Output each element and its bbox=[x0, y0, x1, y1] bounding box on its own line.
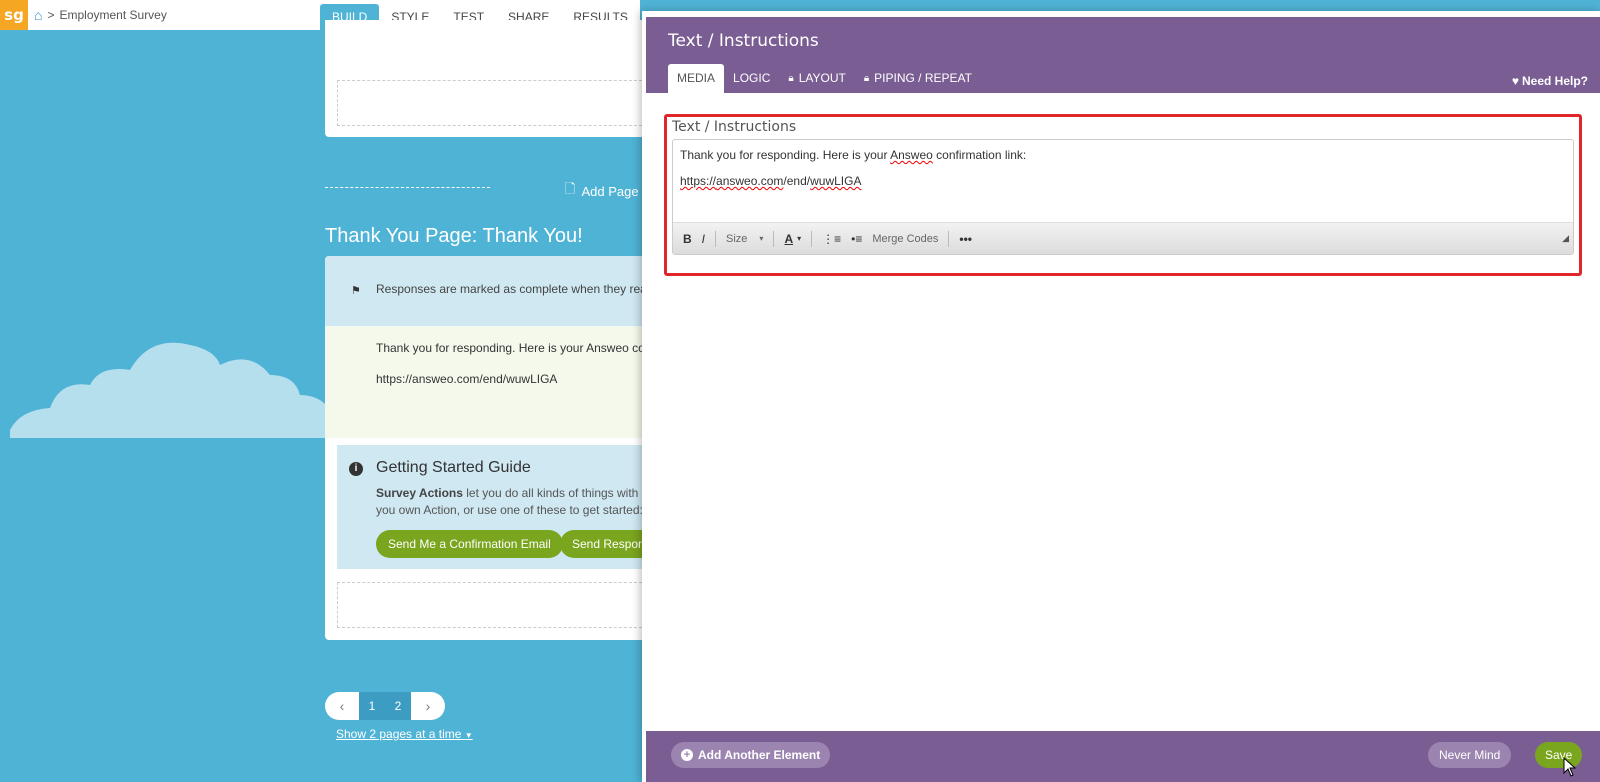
resize-handle-icon[interactable]: ◢ bbox=[1562, 233, 1569, 244]
survey-actions-link[interactable]: Survey Actions bbox=[376, 486, 463, 500]
getting-started-guide: i Getting Started Guide Survey Actions l… bbox=[337, 445, 645, 569]
editor-text-misspelled: https:// bbox=[680, 174, 717, 188]
drop-zone[interactable] bbox=[337, 80, 647, 126]
toolbar-divider bbox=[948, 230, 950, 247]
page-1-button[interactable]: 1 bbox=[359, 692, 385, 720]
prev-page-button[interactable]: ‹ bbox=[325, 692, 359, 720]
lock-icon: 🔒︎ bbox=[788, 73, 794, 84]
editor-text: Thank you for responding. Here is your bbox=[680, 148, 891, 162]
add-page-label: Add Page bbox=[581, 183, 639, 199]
complete-note: ⚑ Responses are marked as complete when … bbox=[325, 256, 645, 326]
question-card bbox=[325, 20, 647, 137]
breadcrumb-separator: > bbox=[47, 8, 55, 22]
tab-media[interactable]: MEDIA bbox=[668, 64, 725, 93]
page-2-button[interactable]: 2 bbox=[385, 692, 411, 720]
guide-title: Getting Started Guide bbox=[376, 459, 531, 476]
merge-codes-button[interactable]: Merge Codes bbox=[872, 233, 938, 245]
toolbar-divider bbox=[773, 230, 775, 247]
message-line-2: https://answeo.com/end/wuwLIGA bbox=[376, 372, 558, 386]
show-pages-link[interactable]: Show 2 pages at a time ▼ bbox=[336, 727, 473, 741]
caret-down-icon: ▾ bbox=[797, 234, 802, 243]
caret-down-icon: ▾ bbox=[759, 234, 764, 243]
modal-tabs: MEDIA LOGIC 🔒︎ LAYOUT 🔒︎ PIPING / REPEAT bbox=[668, 64, 981, 93]
flag-icon: ⚑ bbox=[351, 285, 361, 297]
drop-zone-2[interactable] bbox=[337, 582, 645, 628]
editor-text: confirmation link: bbox=[932, 148, 1027, 162]
tab-piping-repeat[interactable]: 🔒︎ PIPING / REPEAT bbox=[855, 64, 981, 93]
breadcrumb: ⌂ > Employment Survey bbox=[34, 7, 167, 23]
home-icon[interactable]: ⌂ bbox=[34, 7, 42, 23]
sg-logo[interactable]: sg bbox=[0, 0, 28, 30]
never-mind-button[interactable]: Never Mind bbox=[1428, 742, 1512, 768]
italic-button[interactable]: I bbox=[702, 232, 705, 246]
rich-text-editor[interactable]: Thank you for responding. Here is your A… bbox=[672, 139, 1574, 255]
more-options-button[interactable]: ••• bbox=[959, 232, 972, 246]
tab-piping-label: PIPING / REPEAT bbox=[874, 71, 972, 85]
toolbar-divider bbox=[715, 230, 717, 247]
thank-you-page-title: Thank You Page: Thank You! bbox=[325, 225, 583, 247]
editor-line-2[interactable]: https://answeo.com/end/wuwLIGA bbox=[680, 174, 861, 188]
size-dropdown[interactable]: Size ▾ bbox=[726, 233, 763, 245]
show-pages-label: Show 2 pages at a time bbox=[336, 727, 462, 741]
modal-footer: + Add Another Element Never Mind Save bbox=[646, 731, 1600, 782]
font-color-icon: A bbox=[784, 231, 794, 246]
pagination: ‹ 1 2 › bbox=[325, 692, 445, 720]
caret-down-icon: ▼ bbox=[464, 731, 473, 740]
editor-label: Text / Instructions bbox=[672, 119, 797, 135]
tab-layout-label: LAYOUT bbox=[798, 71, 846, 85]
modal-title: Text / Instructions bbox=[668, 31, 819, 51]
page-icon: 🗋 bbox=[565, 181, 576, 196]
mouse-cursor-icon bbox=[1563, 757, 1577, 777]
need-help-label: Need Help? bbox=[1521, 74, 1588, 88]
bold-button[interactable]: B bbox=[683, 232, 692, 246]
survey-name[interactable]: Employment Survey bbox=[59, 8, 166, 22]
editor-highlight: Text / Instructions Thank you for respon… bbox=[664, 114, 1582, 276]
thank-you-card: ⚑ Responses are marked as complete when … bbox=[325, 256, 645, 640]
add-page-button[interactable]: 🗋 Add Page bbox=[565, 180, 639, 202]
size-label: Size bbox=[726, 232, 748, 245]
page-divider bbox=[325, 187, 490, 188]
modal-header: Text / Instructions MEDIA LOGIC 🔒︎ LAYOUT… bbox=[646, 17, 1600, 93]
editor-text-misspelled: wuwLIGA bbox=[810, 174, 862, 188]
editor-text-misspelled: answeo.com bbox=[716, 174, 784, 188]
add-element-label: Add Another Element bbox=[698, 748, 821, 762]
info-icon: i bbox=[349, 462, 363, 476]
bullet-list-icon[interactable]: •≡ bbox=[851, 232, 862, 246]
thank-you-message[interactable]: Thank you for responding. Here is your A… bbox=[325, 326, 645, 438]
add-another-element-button[interactable]: + Add Another Element bbox=[671, 742, 831, 768]
editor-text: /end/ bbox=[783, 174, 811, 188]
need-help-link[interactable]: ♥ Need Help? bbox=[1512, 74, 1588, 88]
cloud-illustration bbox=[10, 342, 330, 438]
toolbar-divider bbox=[811, 230, 813, 247]
text-instructions-modal: Text / Instructions MEDIA LOGIC 🔒︎ LAYOUT… bbox=[642, 11, 1600, 782]
editor-line-1[interactable]: Thank you for responding. Here is your A… bbox=[680, 148, 1026, 162]
numbered-list-icon[interactable]: ⋮≡ bbox=[822, 232, 841, 246]
confirmation-email-button[interactable]: Send Me a Confirmation Email bbox=[376, 530, 563, 558]
next-page-button[interactable]: › bbox=[411, 692, 445, 720]
font-color-button[interactable]: A ▾ bbox=[784, 232, 801, 246]
tab-layout[interactable]: 🔒︎ LAYOUT bbox=[779, 64, 854, 93]
editor-text-misspelled: Answeo bbox=[890, 148, 933, 162]
editor-toolbar: B I Size ▾ A ▾ ⋮≡ •≡ Merge Codes ••• bbox=[673, 222, 1573, 254]
lock-icon: 🔒︎ bbox=[863, 73, 870, 84]
complete-note-text: Responses are marked as complete when th… bbox=[376, 282, 645, 296]
send-responses-button[interactable]: Send Respons bbox=[560, 530, 645, 558]
plus-circle-icon: + bbox=[681, 749, 693, 761]
message-line-1: Thank you for responding. Here is your A… bbox=[376, 341, 645, 355]
guide-text: Survey Actions let you do all kinds of t… bbox=[376, 485, 645, 519]
heart-icon: ♥ bbox=[1511, 74, 1519, 88]
tab-logic[interactable]: LOGIC bbox=[724, 64, 779, 93]
